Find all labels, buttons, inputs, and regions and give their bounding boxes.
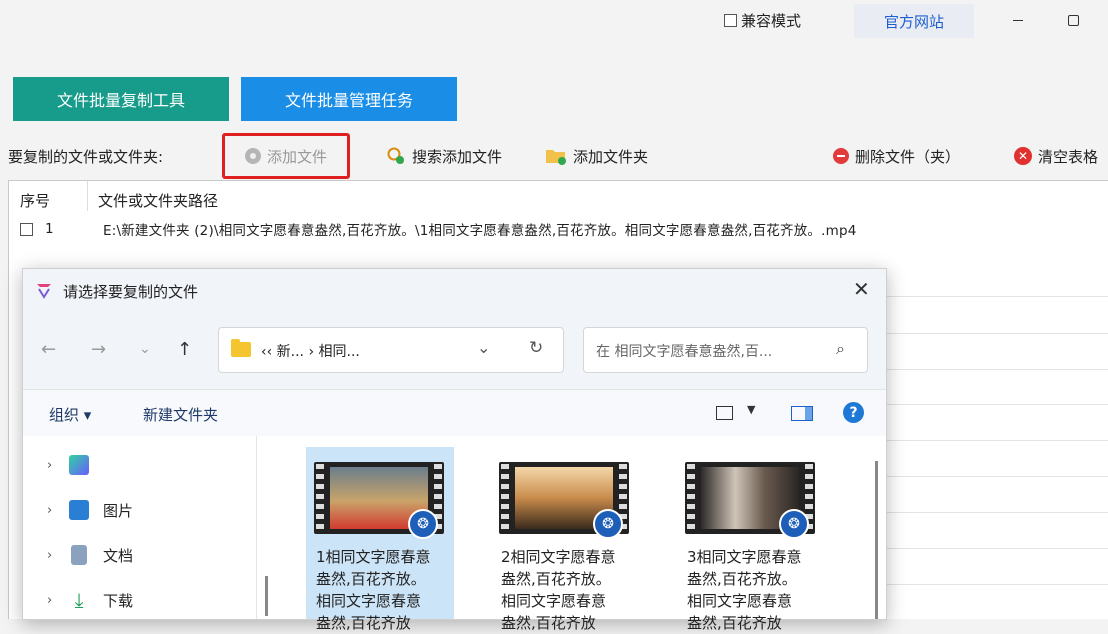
nav-item-app[interactable]: ›: [47, 453, 103, 477]
nav-item-downloads[interactable]: › ⤓ 下载: [47, 588, 133, 612]
downloads-icon: ⤓: [74, 588, 84, 612]
breadcrumb[interactable]: ‹‹ 新... › 相同...: [261, 341, 360, 361]
file-tile[interactable]: ❂ 1相同文字愿春意 盎然,百花齐放。 相同文字愿春意 盎然,百花齐放: [306, 447, 454, 632]
add-folder-label: 添加文件夹: [573, 147, 649, 166]
row-divider: [880, 369, 1108, 370]
content-scrollbar[interactable]: [875, 461, 878, 619]
clear-table-button[interactable]: ✕ 清空表格: [1014, 140, 1098, 172]
row-divider: [880, 476, 1108, 477]
row-divider: [880, 548, 1108, 549]
tab-batch-manage[interactable]: 文件批量管理任务: [241, 77, 457, 121]
add-folder-icon: [546, 150, 566, 165]
column-header-path: 文件或文件夹路径: [98, 192, 219, 210]
chevron-right-icon[interactable]: ›: [47, 458, 55, 473]
chevron-down-icon[interactable]: ⌄: [477, 338, 490, 357]
nav-item-documents[interactable]: › 文档: [47, 543, 133, 567]
search-add-file-button[interactable]: 搜索添加文件: [386, 140, 502, 172]
column-header-index: 序号: [20, 192, 51, 210]
file-name: 3相同文字愿春意 盎然,百花齐放。 相同文字愿春意 盎然,百花齐放: [687, 548, 802, 632]
organize-menu[interactable]: 组织 ▾: [49, 404, 91, 425]
delete-file-button[interactable]: 删除文件（夹）: [833, 140, 960, 172]
view-icon[interactable]: [716, 406, 733, 420]
pictures-icon: [69, 500, 89, 520]
file-tile[interactable]: ❂ 3相同文字愿春意 盎然,百花齐放。 相同文字愿春意 盎然,百花齐放: [677, 447, 825, 632]
file-tile[interactable]: ❂ 2相同文字愿春意 盎然,百花齐放。 相同文字愿春意 盎然,百花齐放: [491, 447, 639, 632]
video-file-icon: ❂: [779, 509, 809, 539]
row-path: E:\新建文件夹 (2)\相同文字愿春意盎然,百花齐放。\1相同文字愿春意盎然,…: [103, 223, 857, 239]
folder-icon: [231, 339, 251, 357]
forward-arrow-icon[interactable]: →: [91, 339, 106, 360]
video-file-icon: ❂: [408, 509, 438, 539]
row-divider: [880, 440, 1108, 441]
search-icon[interactable]: ⌕: [836, 339, 845, 359]
delete-icon: [833, 148, 849, 164]
search-input[interactable]: 在 相同文字愿春意盎然,百... ⌕: [583, 327, 868, 373]
search-add-file-label: 搜索添加文件: [412, 147, 503, 166]
dialog-title: 请选择要复制的文件: [63, 283, 199, 301]
table-row[interactable]: 1 E:\新建文件夹 (2)\相同文字愿春意盎然,百花齐放。\1相同文字愿春意盎…: [20, 219, 1100, 239]
minimize-button[interactable]: [1008, 6, 1028, 34]
add-folder-button[interactable]: 添加文件夹: [545, 140, 648, 172]
column-separator: [87, 181, 88, 211]
nav-scrollbar[interactable]: [265, 576, 268, 616]
chevron-right-icon[interactable]: ›: [47, 548, 55, 563]
nav-item-label: 图片: [103, 501, 134, 520]
row-index: 1: [45, 221, 54, 237]
new-folder-button[interactable]: 新建文件夹: [143, 404, 218, 425]
search-add-icon: [387, 147, 404, 164]
file-name: 2相同文字愿春意 盎然,百花齐放。 相同文字愿春意 盎然,百花齐放: [501, 548, 616, 632]
minimize-icon: [1013, 19, 1023, 21]
recent-locations-icon[interactable]: ⌄: [139, 341, 151, 357]
official-site-button[interactable]: 官方网站: [854, 4, 974, 38]
maximize-icon: [1067, 14, 1079, 26]
video-file-icon: ❂: [593, 509, 623, 539]
row-divider: [880, 333, 1108, 334]
chevron-right-icon[interactable]: ›: [47, 593, 55, 608]
row-checkbox[interactable]: [20, 222, 33, 236]
navigation-pane: › › 图片 › 文档 › ⤓ 下载: [23, 436, 257, 619]
command-bar: 组织 ▾ 新建文件夹 ▼ ?: [23, 389, 886, 436]
add-file-label: 添加文件: [266, 147, 327, 166]
maximize-button[interactable]: [1063, 6, 1083, 34]
file-name: 1相同文字愿春意 盎然,百花齐放。 相同文字愿春意 盎然,百花齐放: [316, 548, 431, 632]
address-bar[interactable]: ‹‹ 新... › 相同... ⌄ ↻: [218, 327, 564, 373]
file-grid: ❂ 1相同文字愿春意 盎然,百花齐放。 相同文字愿春意 盎然,百花齐放 ❂ 2相…: [277, 436, 886, 632]
row-divider: [880, 404, 1108, 405]
compat-mode-label: 兼容模式: [741, 11, 802, 30]
chevron-right-icon[interactable]: ›: [47, 503, 55, 518]
nav-item-label: 下载: [103, 591, 134, 610]
nav-item-label: 文档: [103, 546, 134, 565]
delete-file-label: 删除文件（夹）: [855, 147, 961, 166]
add-file-icon: [244, 148, 261, 164]
row-divider: [880, 296, 1108, 297]
view-dropdown-icon[interactable]: ▼: [747, 403, 755, 416]
up-arrow-icon[interactable]: ↑: [177, 339, 192, 360]
documents-icon: [71, 545, 87, 565]
close-icon[interactable]: ✕: [853, 277, 870, 301]
help-icon[interactable]: ?: [843, 402, 864, 423]
nav-item-pictures[interactable]: › 图片: [47, 498, 133, 522]
source-files-label: 要复制的文件或文件夹:: [8, 148, 164, 166]
app-icon: [69, 455, 89, 475]
add-file-button[interactable]: 添加文件: [222, 133, 350, 179]
compat-mode-checkbox[interactable]: [724, 13, 737, 27]
file-picker-dialog: 请选择要复制的文件 ✕ ← → ⌄ ↑ ‹‹ 新... › 相同... ⌄ ↻ …: [22, 268, 887, 632]
clear-icon: ✕: [1014, 147, 1032, 165]
clear-table-label: 清空表格: [1038, 147, 1099, 166]
row-divider: [880, 512, 1108, 513]
refresh-icon[interactable]: ↻: [529, 338, 543, 358]
app-logo-icon: [37, 284, 51, 299]
search-placeholder: 在 相同文字愿春意盎然,百...: [596, 344, 773, 360]
compat-mode-toggle[interactable]: 兼容模式: [724, 10, 801, 30]
back-arrow-icon[interactable]: ←: [41, 339, 56, 360]
tab-batch-copy[interactable]: 文件批量复制工具: [13, 77, 229, 121]
preview-pane-icon[interactable]: [791, 406, 813, 421]
row-divider: [880, 584, 1108, 585]
